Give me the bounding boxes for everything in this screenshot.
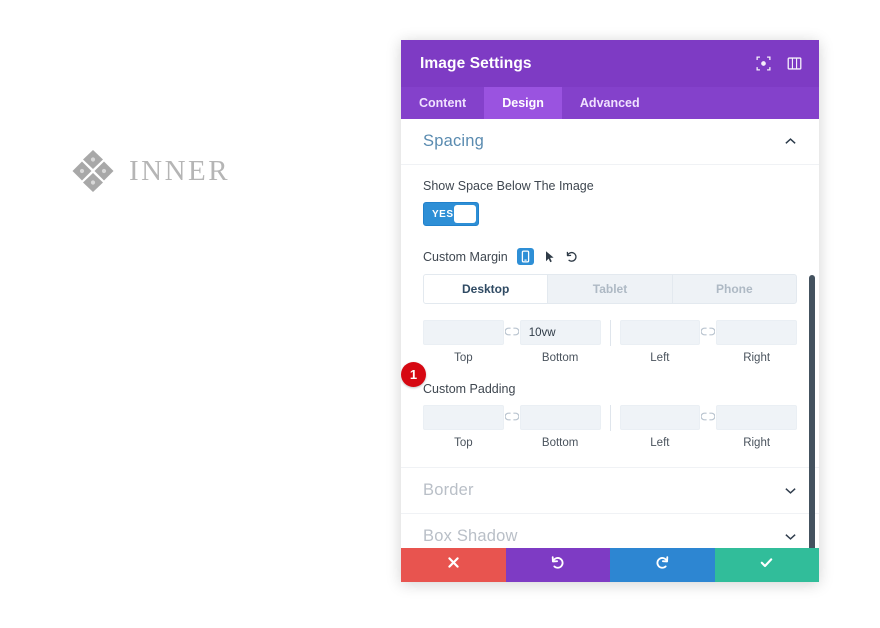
section-title-spacing: Spacing: [423, 132, 485, 150]
section-title-border: Border: [423, 481, 474, 499]
chevron-down-icon[interactable]: [784, 530, 797, 543]
undo-button[interactable]: [505, 548, 610, 582]
custom-padding-label: Custom Padding: [423, 382, 516, 396]
padding-left-label: Left: [650, 437, 670, 449]
margin-bottom-input[interactable]: 10vw: [519, 320, 601, 345]
padding-top-input[interactable]: [423, 405, 504, 430]
toggle-value-label: YES: [432, 208, 454, 220]
save-button[interactable]: [714, 548, 819, 582]
padding-right-input[interactable]: [716, 405, 797, 430]
margin-right-label: Right: [743, 352, 771, 364]
screen-root: INNER Image Settings Content Design Adva…: [0, 0, 880, 628]
margin-right-cell: Right: [716, 320, 797, 364]
custom-padding-fields: Top Bottom Left Right: [423, 405, 797, 449]
padding-bottom-input[interactable]: [519, 405, 601, 430]
margin-bottom-cell: 10vw Bottom: [519, 320, 601, 364]
unlink-icon[interactable]: [700, 405, 716, 421]
device-tab-phone[interactable]: Phone: [673, 275, 796, 303]
mobile-responsive-icon[interactable]: [516, 248, 534, 265]
logo-wordmark: INNER: [129, 154, 231, 187]
section-body-spacing: Show Space Below The Image YES Custom Ma…: [401, 165, 819, 468]
padding-bottom-label: Bottom: [541, 437, 579, 449]
field-group-divider: [609, 320, 611, 346]
modal-title: Image Settings: [420, 54, 532, 72]
unlink-icon[interactable]: [700, 320, 716, 336]
section-header-box-shadow[interactable]: Box Shadow: [401, 514, 819, 548]
modal-header: Image Settings: [401, 40, 819, 87]
margin-top-input[interactable]: [423, 320, 504, 345]
focus-expand-icon[interactable]: [756, 56, 771, 71]
layout-columns-icon[interactable]: [787, 56, 802, 71]
padding-bottom-cell: Bottom: [519, 405, 601, 449]
chevron-up-icon[interactable]: [784, 135, 797, 148]
padding-left-input[interactable]: [619, 405, 701, 430]
padding-vertical-group: Top Bottom: [423, 405, 601, 449]
custom-margin-fields: Top 10vw Bottom Left Right: [423, 320, 797, 364]
section-header-border[interactable]: Border: [401, 468, 819, 514]
tab-design[interactable]: Design: [484, 87, 562, 119]
diamond-cluster-logo-icon: [70, 148, 116, 194]
modal-body: Spacing Show Space Below The Image YES C…: [401, 119, 819, 548]
unlink-icon[interactable]: [504, 320, 520, 336]
cancel-button[interactable]: [401, 548, 506, 582]
show-space-label: Show Space Below The Image: [423, 179, 594, 193]
vertical-scrollbar[interactable]: [809, 275, 815, 548]
section-header-spacing[interactable]: Spacing: [401, 119, 819, 165]
margin-left-cell: Left: [619, 320, 701, 364]
redo-arrow-icon: [655, 555, 670, 575]
device-tabs: Desktop Tablet Phone: [423, 274, 797, 304]
margin-bottom-label: Bottom: [541, 352, 579, 364]
show-space-toggle[interactable]: YES: [423, 202, 479, 226]
padding-horizontal-group: Left Right: [619, 405, 797, 449]
margin-top-cell: Top: [423, 320, 504, 364]
margin-top-label: Top: [454, 352, 473, 364]
padding-right-cell: Right: [716, 405, 797, 449]
tab-advanced[interactable]: Advanced: [562, 87, 658, 119]
margin-right-input[interactable]: [716, 320, 797, 345]
unlink-icon[interactable]: [504, 405, 520, 421]
margin-vertical-group: Top 10vw Bottom: [423, 320, 601, 364]
custom-margin-label-row: Custom Margin: [423, 248, 797, 265]
device-tab-tablet[interactable]: Tablet: [548, 275, 673, 303]
custom-margin-label: Custom Margin: [423, 249, 508, 264]
redo-button[interactable]: [610, 548, 715, 582]
section-title-box-shadow: Box Shadow: [423, 527, 518, 545]
margin-left-input[interactable]: [619, 320, 701, 345]
padding-top-cell: Top: [423, 405, 504, 449]
reset-undo-icon[interactable]: [565, 250, 578, 263]
image-settings-modal: Image Settings Content Design Advanced S…: [401, 40, 819, 582]
margin-left-label: Left: [650, 352, 670, 364]
site-logo: INNER: [70, 148, 230, 194]
toggle-knob: [453, 205, 476, 223]
modal-header-actions: [756, 56, 802, 71]
padding-top-label: Top: [454, 437, 473, 449]
cursor-pointer-icon[interactable]: [543, 250, 556, 263]
modal-footer: [401, 548, 819, 582]
modal-tabbar: Content Design Advanced: [401, 87, 819, 119]
undo-arrow-icon: [550, 555, 565, 575]
margin-horizontal-group: Left Right: [619, 320, 797, 364]
padding-right-label: Right: [743, 437, 771, 449]
field-group-divider: [609, 405, 611, 431]
device-tab-desktop[interactable]: Desktop: [424, 275, 549, 303]
chevron-down-icon[interactable]: [784, 484, 797, 497]
checkmark-icon: [759, 555, 774, 575]
annotation-badge-1: 1: [401, 362, 426, 387]
tab-content[interactable]: Content: [401, 87, 484, 119]
padding-left-cell: Left: [619, 405, 701, 449]
close-x-icon: [446, 555, 461, 575]
